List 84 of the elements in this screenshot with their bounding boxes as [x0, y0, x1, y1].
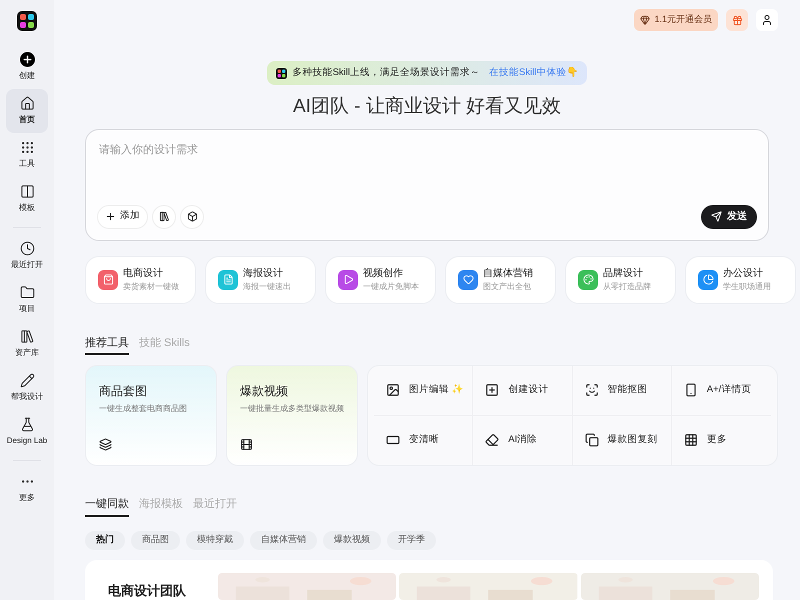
tool-item[interactable]: 创建设计	[473, 366, 572, 416]
category-subtitle: 一键成片免脚本	[363, 281, 419, 293]
tool-item[interactable]: 爆款图复刻	[572, 416, 672, 465]
feature-card[interactable]: 爆款视频 一键批量生成多类型爆款视频	[226, 365, 358, 466]
sidebar-item[interactable]: 模板	[6, 177, 48, 221]
category-title: 海报设计	[243, 266, 284, 281]
category-title: 视频创作	[363, 266, 404, 281]
sidebar-item[interactable]: Design Lab	[6, 410, 48, 454]
vip-button[interactable]: 1.1元开通会员	[634, 9, 718, 31]
gift-button[interactable]	[726, 9, 748, 31]
gift-icon	[732, 14, 742, 26]
filter-chip[interactable]: 商品图	[131, 530, 180, 550]
logo-icon	[276, 68, 287, 78]
sidebar-item[interactable]: 资产库	[6, 322, 48, 366]
prompt-input[interactable]: 请输入你的设计需求	[97, 142, 757, 158]
category-title: 办公设计	[723, 266, 764, 281]
section-tab[interactable]: 推荐工具	[85, 334, 129, 355]
add-icon	[20, 52, 34, 67]
filter-chip[interactable]: 开学季	[387, 530, 436, 550]
tool-item[interactable]: AI消除	[473, 416, 572, 465]
filter-chip[interactable]: 模特穿戴	[186, 530, 244, 550]
category-card[interactable]: 海报设计 海报一键速出	[205, 256, 316, 304]
category-subtitle: 学生职场通用	[723, 281, 771, 293]
section-tab[interactable]: 一键同款	[85, 496, 129, 516]
filter-chip[interactable]: 爆款视频	[323, 530, 381, 550]
category-subtitle: 从零打造品牌	[603, 281, 651, 293]
tools-icon	[20, 140, 34, 155]
grid-icon	[684, 433, 698, 448]
plus-icon	[485, 383, 500, 398]
category-card[interactable]: 自媒体营销 图文产出全包	[445, 256, 556, 304]
image-icon	[386, 383, 400, 398]
category-title: 电商设计	[123, 266, 164, 281]
tool-item[interactable]: 更多	[672, 416, 771, 465]
category-subtitle: 图文产出全包	[483, 281, 532, 293]
user-button[interactable]	[756, 9, 778, 31]
feature-card[interactable]: 商品套图 一键生成整套电商商品图	[85, 365, 217, 466]
phone-icon	[684, 383, 698, 398]
recent-icon	[20, 241, 34, 256]
category-subtitle: 卖货素材一键做	[123, 281, 179, 293]
lab-icon	[20, 417, 34, 432]
video-icon	[240, 438, 253, 451]
copy-icon	[584, 433, 598, 448]
showcase-title: 电商设计团队	[107, 582, 187, 600]
category-subtitle: 海报一键速出	[243, 281, 291, 293]
tool-item[interactable]: A+/详情页	[672, 366, 771, 416]
sidebar-item[interactable]: 创建	[6, 45, 48, 89]
category-title: 自媒体营销	[483, 266, 533, 281]
send-icon	[711, 211, 722, 222]
add-button[interactable]: 添加	[97, 204, 148, 228]
logo-icon[interactable]	[17, 11, 37, 31]
sidebar-item[interactable]: 帮我设计	[6, 366, 48, 410]
feature-subtitle: 一键批量生成多类型爆款视频	[240, 403, 344, 415]
category-card[interactable]: 电商设计 卖货素材一键做	[85, 256, 196, 304]
category-card[interactable]: 视频创作 一键成片免脚本	[325, 256, 436, 304]
category-title: 品牌设计	[603, 266, 644, 281]
category-card[interactable]: 品牌设计 从零打造品牌	[565, 256, 676, 304]
sidebar-item[interactable]: 工具	[6, 133, 48, 177]
tool-item[interactable]: 图片编辑 ✨	[374, 366, 474, 416]
box-icon	[186, 211, 198, 222]
home-icon	[20, 96, 34, 111]
box-button[interactable]	[180, 204, 204, 228]
headline: AI团队 - 让商业设计 好看又见效	[292, 95, 562, 119]
library-icon	[20, 329, 34, 344]
tool-item[interactable]: 变清晰	[374, 416, 474, 465]
sidebar-item[interactable]: 最近打开	[6, 234, 48, 278]
plus-icon	[105, 211, 116, 222]
library-icon	[158, 211, 170, 222]
send-button[interactable]: 发送	[701, 204, 757, 228]
eraser-icon	[485, 433, 500, 448]
folder-icon	[20, 285, 34, 300]
feature-title: 商品套图	[99, 383, 147, 400]
user-icon	[761, 14, 773, 26]
feature-subtitle: 一键生成整套电商商品图	[99, 403, 187, 415]
sidebar-item[interactable]: 首页	[6, 89, 48, 133]
sidebar-item[interactable]: 更多	[6, 467, 48, 511]
filter-chip[interactable]: 热门	[85, 530, 125, 550]
library-button[interactable]	[152, 204, 176, 228]
tool-item[interactable]: 智能抠图	[572, 366, 672, 416]
diamond-icon	[640, 15, 650, 25]
feature-title: 爆款视频	[240, 383, 288, 400]
category-card[interactable]: 办公设计 学生职场通用	[685, 256, 796, 304]
sidebar-item[interactable]: 项目	[6, 278, 48, 322]
banner-text: 多种技能Skill上线，满足全场景设计需求～	[292, 66, 480, 80]
filter-chip[interactable]: 自媒体营销	[250, 530, 317, 550]
